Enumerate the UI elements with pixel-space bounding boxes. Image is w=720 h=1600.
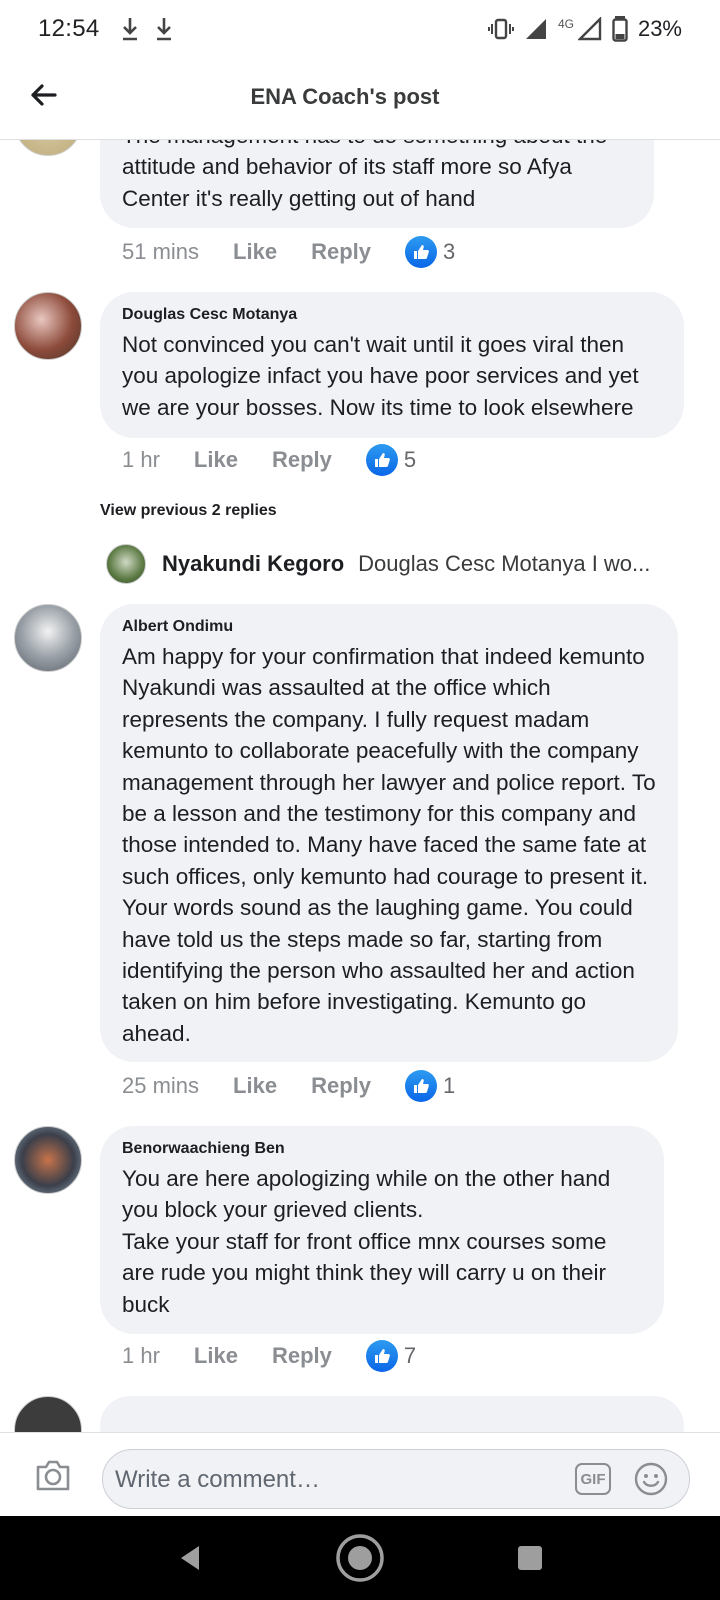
status-notifications xyxy=(120,16,174,42)
signal-icon xyxy=(525,19,546,39)
comment-bubble[interactable]: Douglas Cesc Motanya Not convinced you c… xyxy=(100,292,684,438)
comment-input-box[interactable]: GIF xyxy=(102,1449,690,1509)
comment-author[interactable]: Benorwaachieng Ben xyxy=(122,1140,642,1158)
like-button[interactable]: Like xyxy=(233,239,277,265)
reply-button[interactable]: Reply xyxy=(272,447,332,473)
status-bar: 12:54 4G 23% xyxy=(0,0,720,58)
reaction-number: 7 xyxy=(403,1343,417,1368)
reply-preview[interactable]: Nyakundi Kegoro Douglas Cesc Motanya I w… xyxy=(106,544,686,584)
comment-bubble[interactable]: Benorwaachieng Ben You are here apologiz… xyxy=(100,1126,664,1334)
reply-button[interactable]: Reply xyxy=(311,1073,371,1099)
comment-input[interactable] xyxy=(115,1458,555,1502)
comment-time: 25 mins xyxy=(122,1073,200,1098)
comment-actions: 25 mins Like Reply 1 xyxy=(122,1070,455,1102)
reply-text: Douglas Cesc Motanya I wo... xyxy=(358,551,651,576)
comment-text: Am happy for your confirmation that inde… xyxy=(122,644,656,1046)
camera-icon xyxy=(36,1460,70,1491)
reaction-count[interactable]: 3 xyxy=(405,236,455,268)
emoji-button[interactable] xyxy=(633,1461,669,1502)
comment-author[interactable]: Albert Ondimu xyxy=(122,618,656,636)
comment-actions: 1 hr Like Reply 7 xyxy=(122,1340,416,1372)
recent-apps-icon[interactable] xyxy=(515,1543,545,1573)
reply-button[interactable]: Reply xyxy=(311,239,371,265)
smiley-icon xyxy=(634,1462,668,1496)
reaction-count[interactable]: 7 xyxy=(365,1340,417,1372)
reaction-number: 1 xyxy=(443,1073,456,1098)
status-time: 12:54 xyxy=(38,15,100,42)
comment-time: 1 hr xyxy=(122,447,160,472)
status-indicators: 4G 23% xyxy=(487,16,682,42)
comment-time: 1 hr xyxy=(122,1343,160,1368)
camera-button[interactable] xyxy=(34,1459,72,1498)
download-icon xyxy=(156,18,171,41)
download-icon xyxy=(122,18,137,41)
comment-text: The management has to do something about… xyxy=(122,140,607,211)
avatar[interactable] xyxy=(14,1396,82,1432)
avatar[interactable] xyxy=(14,140,82,156)
view-previous-replies-link[interactable]: View previous 2 replies xyxy=(100,502,277,520)
avatar[interactable] xyxy=(106,544,146,584)
page-title: ENA Coach's post xyxy=(250,84,440,109)
comment-actions: 1 hr Like Reply 5 xyxy=(122,444,416,476)
comment-bubble[interactable]: Albert Ondimu Am happy for your confirma… xyxy=(100,604,678,1062)
comment-actions: 51 mins Like Reply 3 xyxy=(122,236,455,268)
reaction-count[interactable]: 5 xyxy=(365,444,417,476)
comment-text: Not convinced you can't wait until it go… xyxy=(122,332,639,420)
comment-bubble[interactable] xyxy=(100,1396,684,1432)
system-navigation-bar xyxy=(0,1516,720,1600)
comment-time: 51 mins xyxy=(122,239,200,264)
reply-button[interactable]: Reply xyxy=(272,1343,332,1369)
comment-text: You are here apologizing while on the ot… xyxy=(122,1166,611,1317)
battery-percent: 23% xyxy=(637,16,682,41)
like-button[interactable]: Like xyxy=(194,1343,238,1369)
signal-icon xyxy=(577,17,602,41)
comment-feed[interactable]: The management has to do something about… xyxy=(0,140,720,1432)
reply-author[interactable]: Nyakundi Kegoro xyxy=(162,551,344,577)
reaction-count[interactable]: 1 xyxy=(405,1070,455,1102)
like-button[interactable]: Like xyxy=(233,1073,277,1099)
back-icon[interactable] xyxy=(175,1543,205,1573)
thumbs-up-icon xyxy=(405,1070,437,1102)
avatar[interactable] xyxy=(14,292,82,360)
avatar[interactable] xyxy=(14,1126,82,1194)
thumbs-up-icon xyxy=(365,444,398,476)
network-type: 4G xyxy=(557,17,574,31)
vibrate-icon xyxy=(487,18,514,40)
reaction-number: 5 xyxy=(403,447,417,472)
reaction-number: 3 xyxy=(443,239,456,264)
home-icon[interactable] xyxy=(335,1533,385,1583)
battery-icon xyxy=(612,16,628,42)
comment-author[interactable]: Douglas Cesc Motanya xyxy=(122,306,662,324)
comment-composer: GIF xyxy=(0,1432,720,1522)
gif-button[interactable]: GIF xyxy=(575,1463,611,1495)
like-button[interactable]: Like xyxy=(194,447,238,473)
thumbs-up-icon xyxy=(405,236,437,268)
header: ENA Coach's post xyxy=(0,58,720,140)
avatar[interactable] xyxy=(14,604,82,672)
thumbs-up-icon xyxy=(365,1340,398,1372)
comment-bubble[interactable]: The management has to do something about… xyxy=(100,140,654,228)
